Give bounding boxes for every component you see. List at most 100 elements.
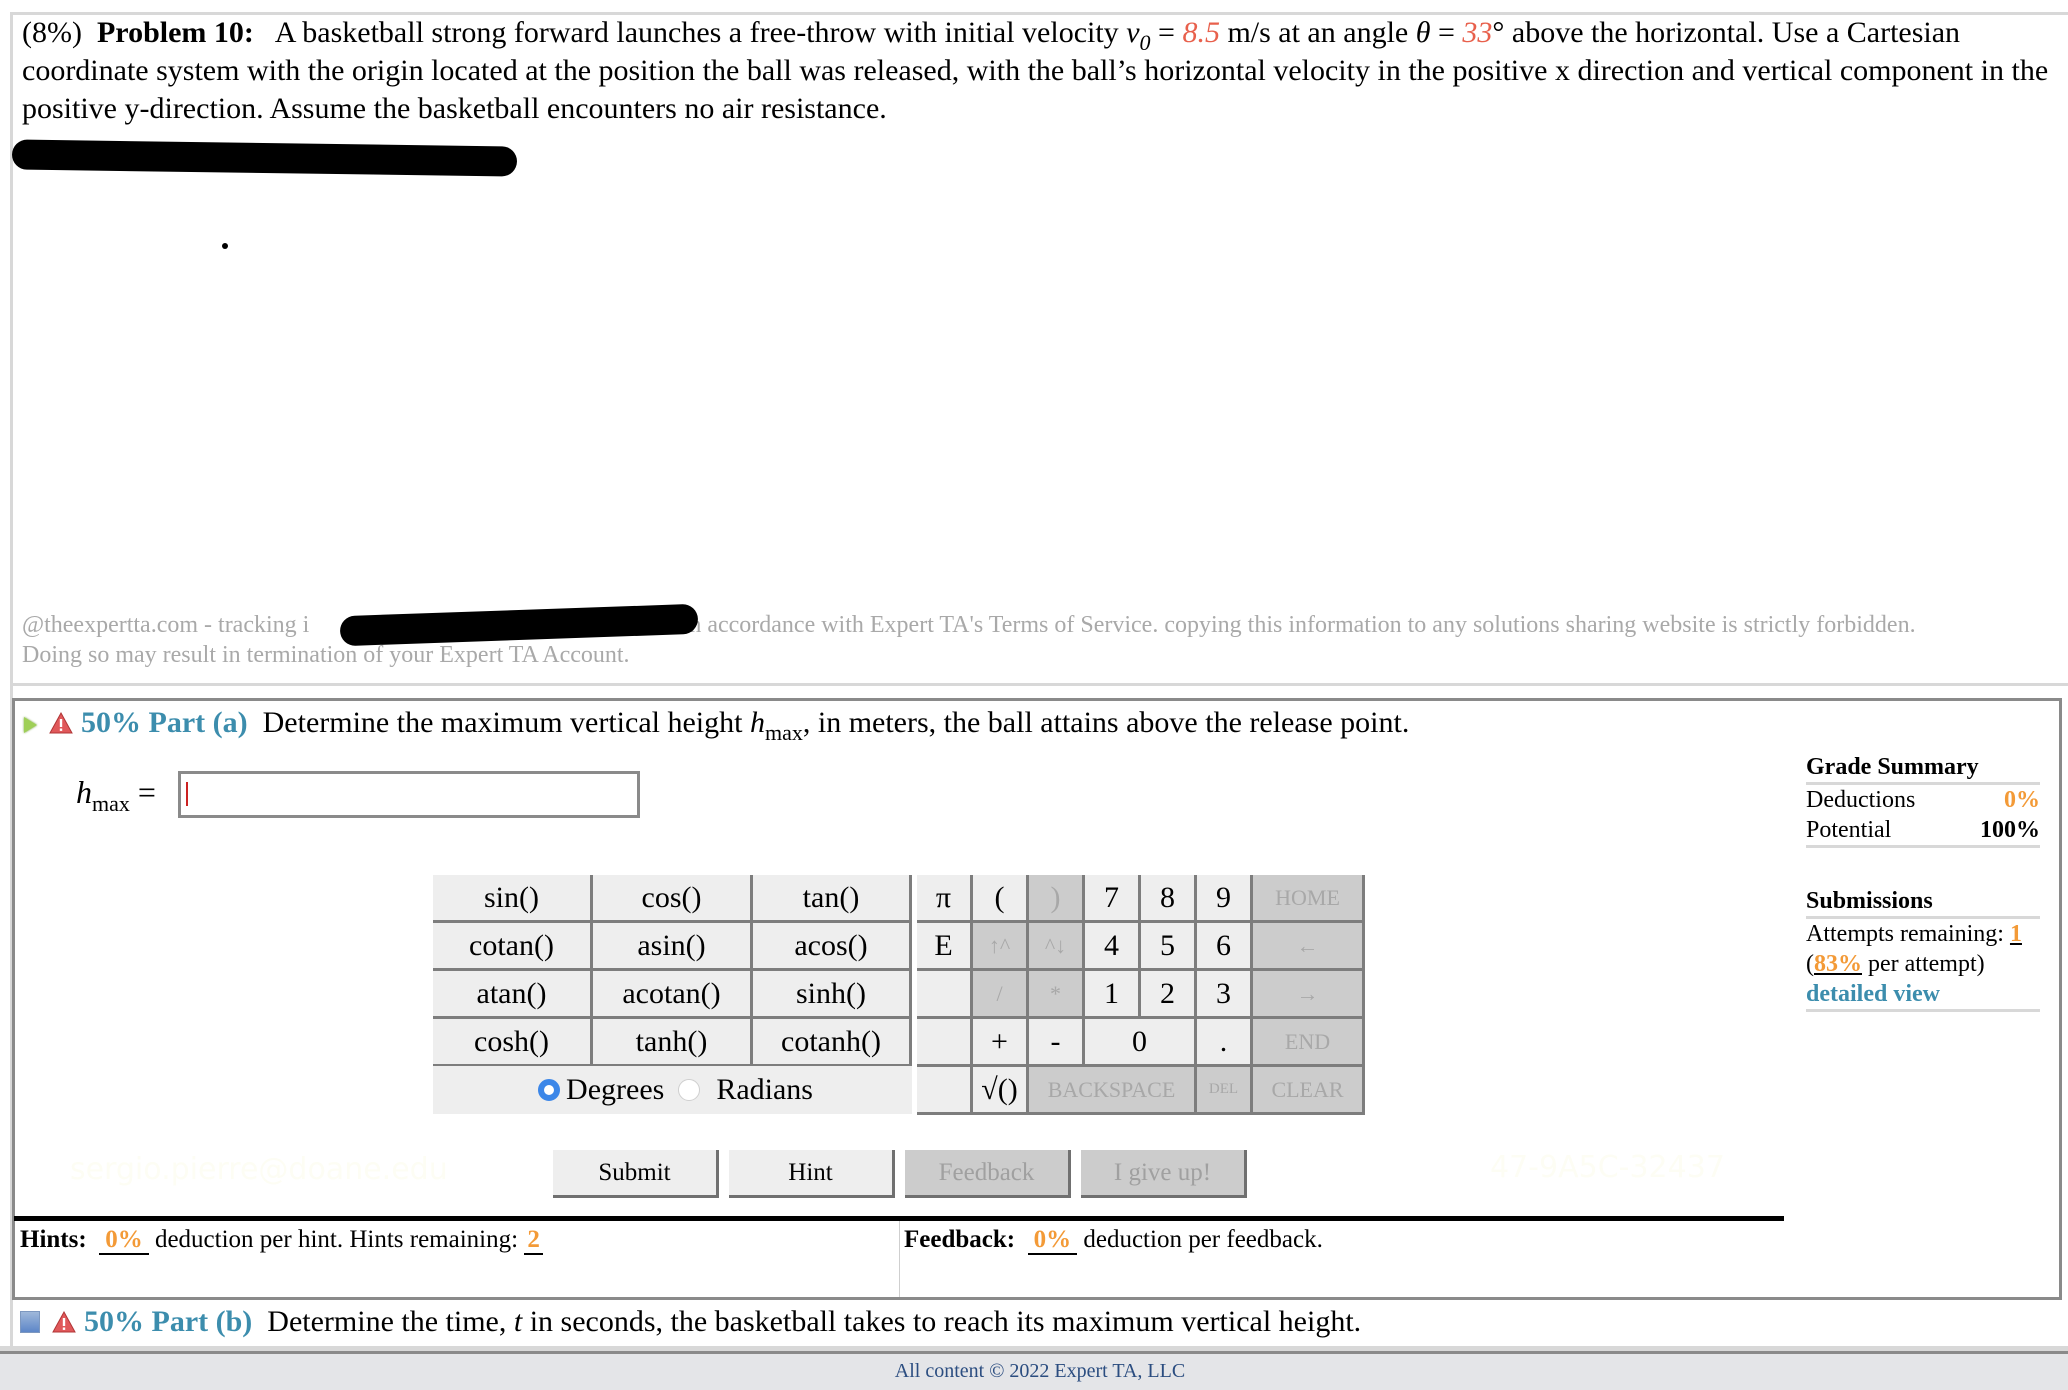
- tracking-notice: @theexpertta.com - tracking i . In accord…: [22, 610, 2052, 670]
- expand-triangle-icon[interactable]: [24, 717, 37, 734]
- submit-button[interactable]: Submit: [553, 1150, 719, 1198]
- key-cotanh[interactable]: cotanh(): [753, 1019, 912, 1067]
- hmax-symbol: h: [749, 706, 765, 739]
- deductions-label: Deductions: [1806, 787, 1916, 813]
- key-clear[interactable]: CLEAR: [1253, 1067, 1365, 1115]
- part-a-label: Part (a): [148, 706, 248, 739]
- feedback-info: Feedback: 0% deduction per feedback.: [904, 1226, 1323, 1255]
- key-cotan[interactable]: cotan(): [433, 923, 593, 971]
- key-sqrt[interactable]: √(): [973, 1067, 1029, 1115]
- submissions-title: Submissions: [1806, 886, 2040, 919]
- per-attempt-text: per attempt): [1862, 951, 1985, 977]
- degrees-label[interactable]: Degrees: [566, 1073, 664, 1107]
- key-minus[interactable]: -: [1029, 1019, 1085, 1067]
- feedback-deduction: 0%: [1027, 1226, 1078, 1255]
- problem-weight: (8%): [22, 16, 82, 49]
- key-sin[interactable]: sin(): [433, 875, 593, 923]
- part-a-header[interactable]: 50% Part (a) Determine the maximum verti…: [24, 703, 1410, 744]
- key-1[interactable]: 1: [1085, 971, 1141, 1019]
- answer-input[interactable]: [178, 771, 640, 818]
- key-superscript-up[interactable]: ↑^: [973, 923, 1029, 971]
- key-atan[interactable]: atan(): [433, 971, 593, 1019]
- v0-symbol: v: [1126, 16, 1140, 49]
- key-tanh[interactable]: tanh(): [593, 1019, 753, 1067]
- hints-remaining: 2: [524, 1226, 543, 1255]
- key-acotan[interactable]: acotan(): [593, 971, 753, 1019]
- grade-summary-panel: Grade Summary Deductions 0% Potential 10…: [1806, 752, 2040, 1012]
- footer-copyright: All content © 2022 Expert TA, LLC: [894, 1360, 1186, 1382]
- key-close-paren[interactable]: ): [1029, 875, 1085, 923]
- key-8[interactable]: 8: [1141, 875, 1197, 923]
- key-open-paren[interactable]: (: [973, 875, 1029, 923]
- key-pi[interactable]: π: [917, 875, 973, 923]
- watermark-code: 47-9A5C-32437: [1490, 1150, 1725, 1185]
- answer-label: hmax =: [76, 774, 156, 815]
- key-4[interactable]: 4: [1085, 923, 1141, 971]
- hint-deduction: 0%: [99, 1226, 149, 1255]
- key-asin[interactable]: asin(): [593, 923, 753, 971]
- part-a-bottom-border: [12, 1297, 2062, 1300]
- grade-summary-title: Grade Summary: [1806, 752, 2040, 785]
- key-2[interactable]: 2: [1141, 971, 1197, 1019]
- paren-open: (: [1806, 951, 1814, 977]
- feedback-text: deduction per feedback.: [1077, 1226, 1323, 1253]
- radians-label[interactable]: Radians: [716, 1073, 813, 1107]
- attempts-label: Attempts remaining:: [1806, 921, 2010, 947]
- collapsed-box-icon[interactable]: [20, 1311, 40, 1333]
- v0-value: 8.5: [1182, 16, 1220, 49]
- hints-label: Hints:: [20, 1226, 87, 1253]
- tracking-suffix: . In accordance with Expert TA's Terms o…: [669, 612, 1916, 638]
- key-cos[interactable]: cos(): [593, 875, 753, 923]
- watermark-email: sergio.pierre@doane.edu: [70, 1152, 448, 1187]
- detailed-view-link[interactable]: detailed view: [1806, 979, 2040, 1009]
- key-5[interactable]: 5: [1141, 923, 1197, 971]
- key-divide[interactable]: /: [973, 971, 1029, 1019]
- tracking-line-2: Doing so may result in termination of yo…: [22, 642, 630, 668]
- radio-radians[interactable]: [678, 1079, 701, 1101]
- hmax-label-symbol: h: [76, 774, 92, 810]
- warning-icon: [49, 705, 73, 734]
- key-tan[interactable]: tan(): [753, 875, 912, 923]
- key-9[interactable]: 9: [1197, 875, 1253, 923]
- deductions-row: Deductions 0%: [1806, 785, 2040, 815]
- key-home[interactable]: HOME: [1253, 875, 1365, 923]
- key-blank: [917, 1019, 973, 1067]
- key-backspace[interactable]: BACKSPACE: [1029, 1067, 1197, 1115]
- key-end[interactable]: END: [1253, 1019, 1365, 1067]
- key-cosh[interactable]: cosh(): [433, 1019, 593, 1067]
- radio-degrees[interactable]: [538, 1079, 561, 1101]
- key-left-arrow[interactable]: ←: [1253, 923, 1365, 971]
- deductions-value: 0%: [2004, 787, 2040, 813]
- part-a-question-2: , in meters, the ball attains above the …: [802, 706, 1410, 739]
- key-sinh[interactable]: sinh(): [753, 971, 912, 1019]
- hint-button[interactable]: Hint: [729, 1150, 895, 1198]
- key-6[interactable]: 6: [1197, 923, 1253, 971]
- key-e[interactable]: E: [917, 923, 973, 971]
- key-0[interactable]: 0: [1085, 1019, 1197, 1067]
- v0-subscript: 0: [1139, 30, 1151, 55]
- equals: =: [1150, 16, 1183, 49]
- key-acos[interactable]: acos(): [753, 923, 912, 971]
- key-superscript-down[interactable]: ^↓: [1029, 923, 1085, 971]
- key-blank: [917, 1067, 973, 1115]
- key-delete[interactable]: DEL: [1197, 1067, 1253, 1115]
- potential-value: 100%: [1980, 817, 2040, 843]
- part-a-question-1: Determine the maximum vertical height: [262, 706, 750, 739]
- key-3[interactable]: 3: [1197, 971, 1253, 1019]
- hmax-label-subscript: max: [92, 791, 130, 816]
- theta-value: 33: [1462, 16, 1493, 49]
- problem-text-2: m/s at an angle: [1219, 16, 1416, 49]
- hints-text: deduction per hint. Hints remaining:: [148, 1226, 525, 1253]
- key-right-arrow[interactable]: →: [1253, 971, 1365, 1019]
- divider: [1806, 1009, 2040, 1012]
- warning-icon: [52, 1304, 76, 1333]
- key-7[interactable]: 7: [1085, 875, 1141, 923]
- key-decimal[interactable]: .: [1197, 1019, 1253, 1067]
- part-b-header[interactable]: 50% Part (b) Determine the time, t in se…: [20, 1302, 1361, 1342]
- angle-mode-group: Degrees Radians: [433, 1066, 912, 1114]
- key-blank: [917, 971, 973, 1019]
- key-multiply[interactable]: *: [1029, 971, 1085, 1019]
- key-plus[interactable]: +: [973, 1019, 1029, 1067]
- feedback-button[interactable]: Feedback: [905, 1150, 1071, 1198]
- give-up-button[interactable]: I give up!: [1081, 1150, 1247, 1198]
